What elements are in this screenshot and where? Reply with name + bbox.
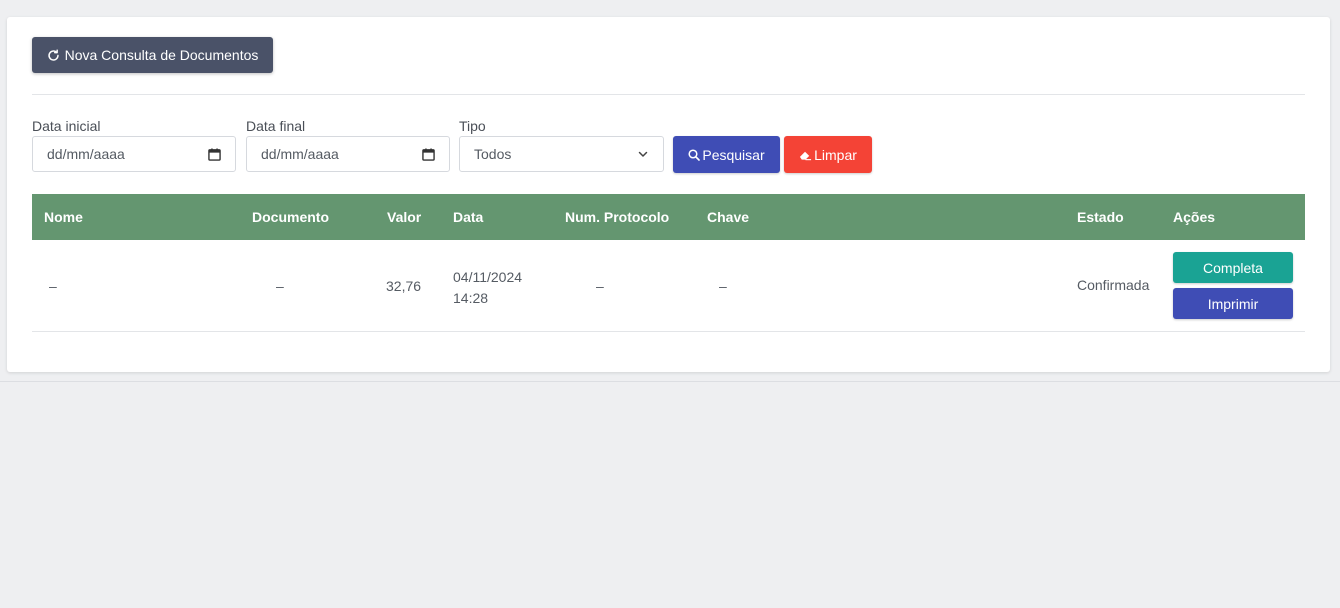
eraser-icon <box>800 151 812 160</box>
clear-label: Limpar <box>814 146 857 163</box>
start-date-placeholder: dd/mm/aaaa <box>47 146 125 162</box>
search-button[interactable]: Pesquisar <box>673 136 780 173</box>
column-header-data[interactable]: Data <box>453 209 483 225</box>
table-row: – – 32,76 04/11/2024 14:28 – – Confirmad… <box>32 240 1305 332</box>
column-header-nome[interactable]: Nome <box>44 209 83 225</box>
column-header-chave[interactable]: Chave <box>707 209 749 225</box>
refresh-icon <box>47 48 59 61</box>
new-query-label: Nova Consulta de Documentos <box>64 47 259 63</box>
print-button[interactable]: Imprimir <box>1173 288 1293 319</box>
table-header: Nome Documento Valor Data Num. Protocolo… <box>32 194 1305 240</box>
calendar-icon[interactable] <box>208 147 221 161</box>
calendar-icon[interactable] <box>422 147 435 161</box>
section-divider <box>32 94 1305 95</box>
cell-nome: – <box>49 278 57 294</box>
cell-data: 04/11/2024 14:28 <box>453 267 522 309</box>
type-select[interactable]: Todos <box>459 136 664 172</box>
end-date-label: Data final <box>246 118 306 134</box>
page-divider <box>0 381 1340 382</box>
column-header-documento[interactable]: Documento <box>252 209 329 225</box>
column-header-valor[interactable]: Valor <box>387 209 421 225</box>
column-header-estado[interactable]: Estado <box>1077 209 1124 225</box>
end-date-placeholder: dd/mm/aaaa <box>261 146 339 162</box>
cell-valor: 32,76 <box>386 278 422 294</box>
type-selected-value: Todos <box>474 146 512 162</box>
search-label: Pesquisar <box>702 146 765 163</box>
end-date-input[interactable]: dd/mm/aaaa <box>246 136 450 172</box>
chevron-down-icon <box>638 151 648 157</box>
new-query-button[interactable]: Nova Consulta de Documentos <box>32 37 273 73</box>
start-date-input[interactable]: dd/mm/aaaa <box>32 136 236 172</box>
cell-data-date: 04/11/2024 <box>453 269 523 285</box>
document-query-card: Nova Consulta de Documentos Data inicial… <box>7 17 1330 372</box>
column-header-acoes: Ações <box>1173 209 1216 225</box>
cell-documento: – <box>276 278 284 294</box>
column-header-protocolo[interactable]: Num. Protocolo <box>565 209 669 225</box>
cell-estado: Confirmada <box>1077 277 1150 293</box>
type-label: Tipo <box>459 118 486 134</box>
start-date-label: Data inicial <box>32 118 101 134</box>
search-icon <box>688 148 701 161</box>
cell-chave: – <box>719 278 727 294</box>
cell-protocolo: – <box>596 278 604 294</box>
cell-data-time: 14:28 <box>453 290 489 306</box>
clear-button[interactable]: Limpar <box>784 136 872 173</box>
complete-button[interactable]: Completa <box>1173 252 1293 283</box>
